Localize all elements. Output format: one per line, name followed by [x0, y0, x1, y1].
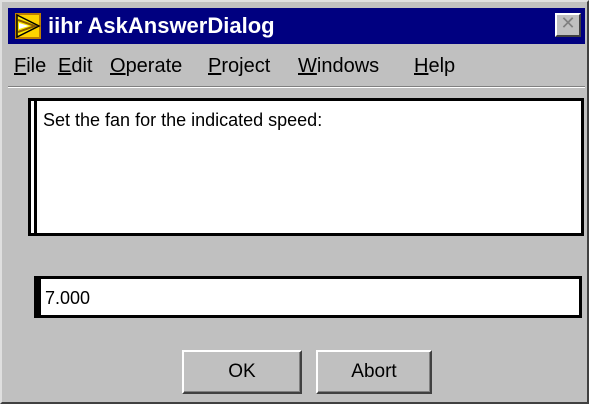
speed-value-text: 7.000	[45, 288, 91, 308]
menu-operate[interactable]: Operate	[110, 50, 182, 82]
menu-help[interactable]: Help	[414, 50, 455, 82]
menu-project[interactable]: Project	[208, 50, 270, 82]
menu-divider	[8, 86, 585, 88]
window-title: iihr AskAnswerDialog	[48, 13, 275, 38]
close-button[interactable]: ✕	[555, 13, 581, 37]
message-text: Set the fan for the indicated speed:	[43, 110, 323, 130]
title-bar[interactable]: iihr AskAnswerDialog ✕	[8, 8, 585, 44]
abort-button[interactable]: Abort	[316, 350, 432, 394]
menu-file[interactable]: File	[14, 50, 46, 82]
message-display: Set the fan for the indicated speed:	[28, 98, 584, 236]
menu-windows[interactable]: Windows	[298, 50, 379, 82]
labview-run-arrow-icon	[15, 13, 41, 39]
menu-bar: File Edit Operate Project Windows Help	[8, 50, 585, 82]
close-icon: ✕	[560, 13, 576, 34]
ok-button[interactable]: OK	[182, 350, 302, 394]
dialog-window: iihr AskAnswerDialog ✕ File Edit Operate…	[0, 0, 589, 404]
menu-edit[interactable]: Edit	[58, 50, 92, 82]
speed-value-field[interactable]: 7.000	[34, 276, 582, 318]
